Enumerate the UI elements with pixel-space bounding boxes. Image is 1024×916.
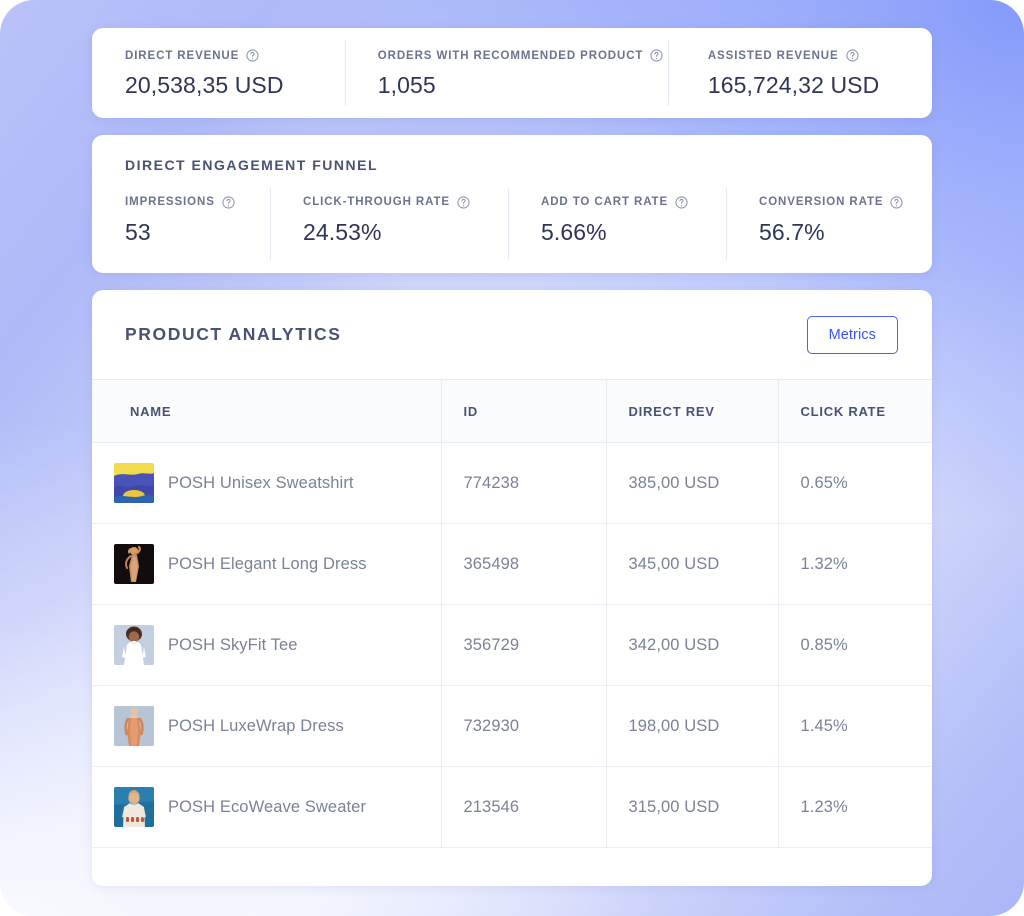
funnel-ctr-label: CLICK-THROUGH RATE bbox=[303, 196, 508, 209]
product-name: POSH LuxeWrap Dress bbox=[168, 717, 344, 736]
funnel-ctr-value: 24.53% bbox=[303, 219, 508, 246]
kpi-assisted-revenue-label: ASSISTED REVENUE bbox=[708, 49, 932, 62]
help-circle-icon[interactable] bbox=[246, 49, 259, 62]
metrics-button[interactable]: Metrics bbox=[807, 316, 898, 354]
product-direct-rev: 342,00 USD bbox=[606, 605, 778, 686]
funnel-cvr-label: CONVERSION RATE bbox=[759, 196, 932, 209]
product-click-rate: 0.65% bbox=[778, 443, 932, 524]
kpi-orders-with-recommended-product: ORDERS WITH RECOMMENDED PRODUCT 1,055 bbox=[345, 28, 668, 118]
funnel-metrics-row: IMPRESSIONS 53 CLICK-THROUGH R bbox=[92, 196, 932, 246]
product-direct-rev: 198,00 USD bbox=[606, 686, 778, 767]
product-name: POSH EcoWeave Sweater bbox=[168, 798, 366, 817]
product-name: POSH Unisex Sweatshirt bbox=[168, 474, 354, 493]
help-circle-icon[interactable] bbox=[457, 196, 470, 209]
column-header-click-rate[interactable]: CLICK RATE bbox=[778, 380, 932, 443]
product-thumbnail-ecoweave-sweater bbox=[114, 787, 154, 827]
product-id: 774238 bbox=[441, 443, 606, 524]
product-cell: POSH EcoWeave Sweater bbox=[114, 787, 441, 827]
funnel-impressions-value: 53 bbox=[125, 219, 270, 246]
product-cell: POSH SkyFit Tee bbox=[114, 625, 441, 665]
product-id: 356729 bbox=[441, 605, 606, 686]
product-click-rate: 1.23% bbox=[778, 767, 932, 848]
funnel-metric-impressions: IMPRESSIONS 53 bbox=[92, 196, 270, 246]
kpi-assisted-revenue-label-text: ASSISTED REVENUE bbox=[708, 50, 839, 62]
help-circle-icon[interactable] bbox=[222, 196, 235, 209]
funnel-ctr-label-text: CLICK-THROUGH RATE bbox=[303, 196, 450, 208]
table-header-row: NAME ID DIRECT REV CLICK RATE bbox=[92, 380, 932, 443]
kpi-direct-revenue-label: DIRECT REVENUE bbox=[125, 49, 345, 62]
kpi-orders-label-text: ORDERS WITH RECOMMENDED PRODUCT bbox=[378, 50, 644, 62]
funnel-impressions-label: IMPRESSIONS bbox=[125, 196, 270, 209]
page-title: PRODUCT ANALYTICS bbox=[125, 324, 341, 345]
product-direct-rev: 315,00 USD bbox=[606, 767, 778, 848]
direct-engagement-funnel-card: DIRECT ENGAGEMENT FUNNEL IMPRESSIONS bbox=[92, 135, 932, 273]
help-circle-icon[interactable] bbox=[890, 196, 903, 209]
table-row[interactable]: POSH LuxeWrap Dress 732930 198,00 USD 1.… bbox=[92, 686, 932, 767]
product-analytics-header: PRODUCT ANALYTICS Metrics bbox=[92, 290, 932, 379]
funnel-cvr-value: 56.7% bbox=[759, 219, 932, 246]
funnel-atc-label: ADD TO CART RATE bbox=[541, 196, 726, 209]
product-direct-rev: 385,00 USD bbox=[606, 443, 778, 524]
product-cell: POSH LuxeWrap Dress bbox=[114, 706, 441, 746]
analytics-dashboard: DIRECT REVENUE 20,538,35 USD ORDERS WITH… bbox=[0, 0, 1024, 916]
product-id: 365498 bbox=[441, 524, 606, 605]
funnel-metric-add-to-cart-rate: ADD TO CART RATE 5.66% bbox=[508, 196, 726, 246]
column-header-name[interactable]: NAME bbox=[92, 380, 441, 443]
product-thumbnail-long-dress bbox=[114, 544, 154, 584]
kpi-direct-revenue-label-text: DIRECT REVENUE bbox=[125, 50, 239, 62]
product-click-rate: 0.85% bbox=[778, 605, 932, 686]
kpi-orders-label: ORDERS WITH RECOMMENDED PRODUCT bbox=[378, 49, 668, 62]
funnel-atc-label-text: ADD TO CART RATE bbox=[541, 196, 668, 208]
table-row[interactable]: POSH Unisex Sweatshirt 774238 385,00 USD… bbox=[92, 443, 932, 524]
product-click-rate: 1.45% bbox=[778, 686, 932, 767]
product-id: 732930 bbox=[441, 686, 606, 767]
table-row[interactable]: POSH SkyFit Tee 356729 342,00 USD 0.85% bbox=[92, 605, 932, 686]
column-header-direct-rev[interactable]: DIRECT REV bbox=[606, 380, 778, 443]
product-analytics-card: PRODUCT ANALYTICS Metrics NAME ID DIRECT… bbox=[92, 290, 932, 886]
kpi-assisted-revenue-value: 165,724,32 USD bbox=[708, 72, 932, 99]
product-cell: POSH Unisex Sweatshirt bbox=[114, 463, 441, 503]
funnel-cvr-label-text: CONVERSION RATE bbox=[759, 196, 883, 208]
funnel-atc-value: 5.66% bbox=[541, 219, 726, 246]
product-name: POSH SkyFit Tee bbox=[168, 636, 298, 655]
funnel-impressions-label-text: IMPRESSIONS bbox=[125, 196, 215, 208]
help-circle-icon[interactable] bbox=[846, 49, 859, 62]
help-circle-icon[interactable] bbox=[675, 196, 688, 209]
product-thumbnail-luxewrap-dress bbox=[114, 706, 154, 746]
product-cell: POSH Elegant Long Dress bbox=[114, 544, 441, 584]
product-name: POSH Elegant Long Dress bbox=[168, 555, 367, 574]
kpi-direct-revenue: DIRECT REVENUE 20,538,35 USD bbox=[92, 28, 345, 118]
kpi-summary-card: DIRECT REVENUE 20,538,35 USD ORDERS WITH… bbox=[92, 28, 932, 118]
table-row[interactable]: POSH EcoWeave Sweater 213546 315,00 USD … bbox=[92, 767, 932, 848]
funnel-metric-conversion-rate: CONVERSION RATE 56.7% bbox=[726, 196, 932, 246]
kpi-assisted-revenue: ASSISTED REVENUE 165,724,32 USD bbox=[668, 28, 932, 118]
kpi-direct-revenue-value: 20,538,35 USD bbox=[125, 72, 345, 99]
product-direct-rev: 345,00 USD bbox=[606, 524, 778, 605]
product-thumbnail-skyfit-tee bbox=[114, 625, 154, 665]
kpi-orders-value: 1,055 bbox=[378, 72, 668, 99]
help-circle-icon[interactable] bbox=[650, 49, 663, 62]
product-thumbnail-sweatshirt bbox=[114, 463, 154, 503]
column-header-id[interactable]: ID bbox=[441, 380, 606, 443]
funnel-metric-click-through-rate: CLICK-THROUGH RATE 24.53% bbox=[270, 196, 508, 246]
product-analytics-table: NAME ID DIRECT REV CLICK RATE bbox=[92, 379, 932, 848]
funnel-title: DIRECT ENGAGEMENT FUNNEL bbox=[92, 157, 932, 173]
product-id: 213546 bbox=[441, 767, 606, 848]
table-row[interactable]: POSH Elegant Long Dress 365498 345,00 US… bbox=[92, 524, 932, 605]
product-click-rate: 1.32% bbox=[778, 524, 932, 605]
